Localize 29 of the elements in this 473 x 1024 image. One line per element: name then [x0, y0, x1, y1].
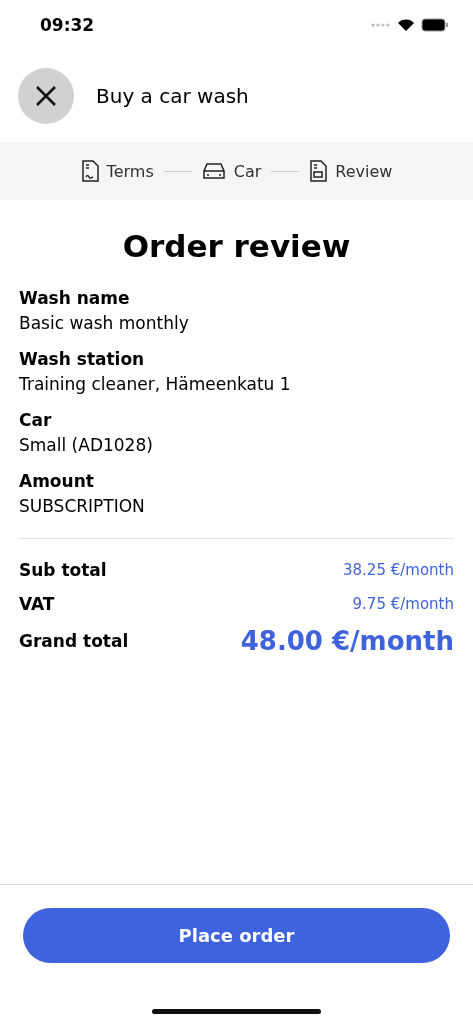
document-icon — [309, 160, 328, 182]
detail-label: Wash station — [19, 348, 146, 371]
detail-value: Small (AD1028) — [19, 434, 154, 457]
page-title: Order review — [121, 228, 352, 264]
place-order-button[interactable]: Place order — [23, 908, 450, 963]
total-amount: 38.25 €/month — [343, 561, 454, 579]
total-label: VAT — [19, 594, 55, 614]
header-title: Buy a car wash — [96, 84, 249, 108]
close-icon — [35, 85, 57, 107]
battery-icon — [421, 18, 449, 32]
detail-value: Training cleaner, Hämeenkatu 1 — [19, 373, 292, 396]
detail-label: Wash name — [19, 287, 131, 310]
document-icon — [80, 160, 99, 182]
step-label: Car — [233, 161, 262, 181]
total-amount: 48.00 €/month — [240, 626, 454, 656]
wifi-icon — [397, 18, 415, 32]
detail-value: Basic wash monthly — [19, 312, 190, 335]
signal-icon — [371, 23, 391, 27]
car-icon — [201, 162, 226, 180]
step-label: Review — [335, 161, 393, 181]
step-label: Terms — [106, 161, 154, 181]
total-amount: 9.75 €/month — [352, 595, 454, 613]
status-time: 09:32 — [40, 15, 95, 35]
close-button[interactable] — [18, 68, 74, 124]
detail-label: Amount — [19, 470, 95, 493]
total-label: Sub total — [19, 560, 107, 580]
detail-label: Car — [19, 409, 53, 432]
total-label: Grand total — [19, 631, 129, 651]
detail-value: SUBSCRIPTION — [19, 495, 146, 518]
